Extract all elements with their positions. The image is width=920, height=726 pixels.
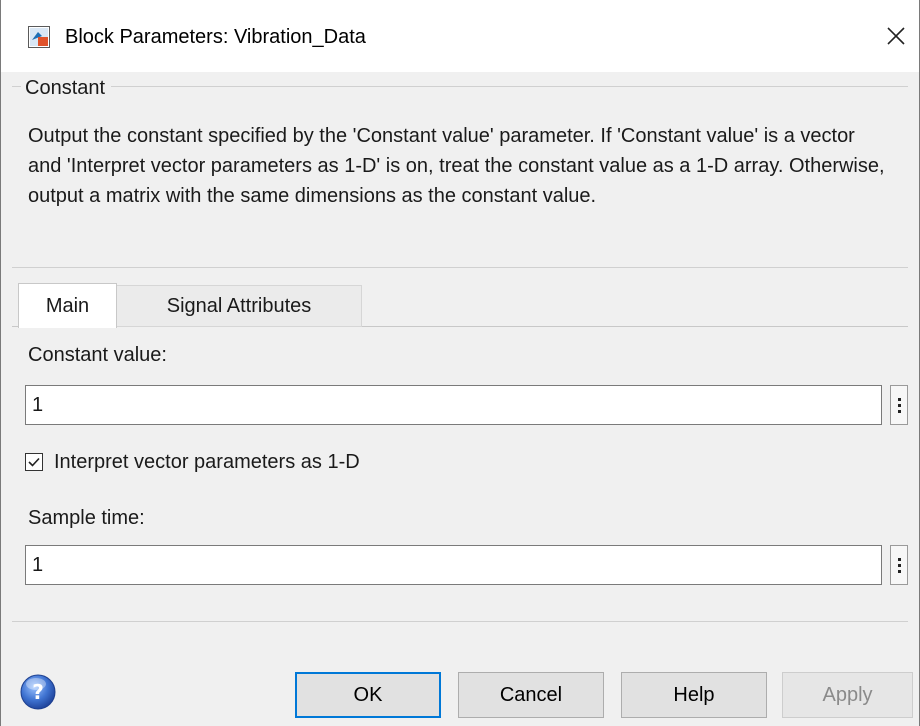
apply-button[interactable]: Apply: [782, 672, 913, 718]
interpret-1d-checkbox[interactable]: [25, 453, 43, 471]
sample-time-input[interactable]: 1: [25, 545, 882, 585]
close-icon: [887, 27, 905, 45]
help-button[interactable]: Help: [621, 672, 767, 718]
more-options-icon: [897, 397, 901, 413]
constant-value-label: Constant value:: [28, 344, 167, 366]
ok-button[interactable]: OK: [295, 672, 441, 718]
constant-value-input[interactable]: 1: [25, 385, 882, 425]
block-description: Output the constant specified by the 'Co…: [28, 125, 885, 207]
tab-main[interactable]: Main: [18, 283, 117, 328]
constant-value-more-button[interactable]: [890, 385, 908, 425]
checkmark-icon: [28, 457, 40, 467]
window-title: Block Parameters: Vibration_Data: [65, 26, 366, 48]
more-options-icon: [897, 557, 901, 573]
title-bar: Block Parameters: Vibration_Data: [1, 0, 919, 72]
block-parameters-dialog: Block Parameters: Vibration_Data Constan…: [0, 0, 920, 726]
simulink-block-icon: [28, 26, 50, 48]
svg-text:?: ?: [32, 680, 44, 704]
close-button[interactable]: [873, 10, 919, 62]
cancel-button[interactable]: Cancel: [458, 672, 604, 718]
help-icon[interactable]: ?: [19, 673, 57, 711]
sample-time-label: Sample time:: [28, 507, 145, 529]
tab-signal-attributes[interactable]: Signal Attributes: [117, 285, 362, 327]
interpret-1d-label[interactable]: Interpret vector parameters as 1-D: [54, 451, 360, 474]
sample-time-more-button[interactable]: [890, 545, 908, 585]
group-label: Constant: [21, 77, 112, 100]
